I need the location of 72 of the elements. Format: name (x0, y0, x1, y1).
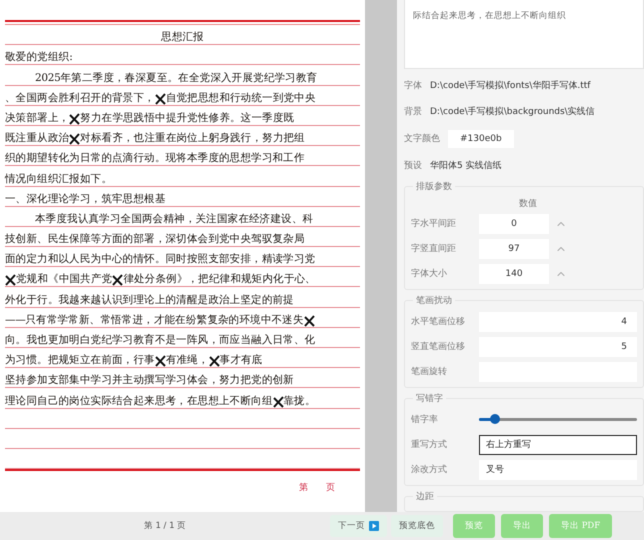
handwritten-line: 向。我也更加明白党纪学习教育不是一阵风，而应当融入日常、化 (5, 334, 316, 347)
number-field[interactable]: 4 (479, 312, 637, 332)
column-header: 数值 (519, 198, 537, 210)
field-label: 文字颜色 (404, 132, 440, 146)
setting-label: 水平笔画位移 (411, 316, 466, 328)
editor-text: 际结合起来思考，在思想上不断向组织 (413, 11, 566, 21)
handwritten-line: 事才有底 (220, 354, 262, 368)
handwritten-line: 靠拢。 (284, 394, 316, 408)
cross-mark-icon (304, 314, 315, 327)
page-title: 思想汇报 (161, 31, 204, 44)
number-field[interactable]: 5 (479, 336, 637, 357)
cross-mark-icon (69, 133, 80, 146)
handwritten-line: 外化于行。我越来越认识到理论上的清醒是政治上坚定的前提 (5, 294, 294, 307)
play-icon (369, 521, 379, 531)
handwritten-line: 一、深化理论学习，筑牢思想根基 (5, 192, 166, 206)
group-title: 笔画扰动 (413, 294, 455, 307)
handwritten-line: 对标看齐，也注重在岗位上躬身践行，努力把组 (80, 132, 305, 146)
handwritten-line: 技创新、民生保障等方面的部署，深切体会到党中央驾驭复杂局 (5, 233, 305, 246)
handwritten-line: 理论同自己的岗位实际结合起来思考，在思想上不断向组 (5, 394, 273, 408)
handwritten-line: 有准绳， (166, 354, 209, 368)
field-label: 预设 (404, 160, 422, 172)
handwritten-line: 党规和《中国共产党 (16, 273, 112, 286)
number-field[interactable]: 140 (479, 264, 549, 284)
setting-label: 字体大小 (411, 268, 448, 280)
handwritten-line: 情况向组织汇报如下。 (5, 172, 112, 186)
preview-background-button[interactable]: 预览底色 (391, 515, 443, 537)
handwritten-line: 织的期望转化为日常的点滴行动。现将本季度的思想学习和工作 (5, 152, 305, 166)
handwritten-line: 坚持参加支部集中学习并主动撰写学习体会，努力把党的创新 (5, 374, 294, 388)
cross-mark-icon (5, 274, 16, 286)
dropdown[interactable]: 右上方重写 (479, 434, 637, 455)
handwritten-line: ——只有常学常新、常悟常进，才能在纷繁复杂的环境中不迷失 (5, 314, 304, 327)
handwritten-line: 、全国两会胜利召开的背景下， (5, 92, 155, 105)
next-page-button[interactable]: 下一页 (330, 515, 387, 537)
handwritten-line: 决策部署上， (5, 112, 70, 125)
color-field[interactable]: #130e0b (448, 130, 514, 148)
cross-mark-icon (112, 274, 124, 286)
cross-mark-icon (154, 92, 166, 105)
cross-mark-icon (208, 355, 220, 368)
handwritten-line: 自觉把思想和行动统一到党中央 (166, 92, 316, 105)
dropdown[interactable]: 叉号 (479, 460, 637, 480)
number-field[interactable]: 97 (479, 238, 549, 259)
path-field[interactable]: 华阳体5 实线信纸 (430, 159, 502, 172)
handwritten-line: 既注重从政治 (5, 132, 70, 146)
cross-mark-icon (69, 112, 80, 125)
handwritten-line: 努力在学思践悟中提升党性修养。这一季度既 (80, 112, 294, 125)
setting-label: 字竖直间距 (411, 242, 457, 256)
setting-label: 字水平间距 (411, 218, 457, 230)
handwritten-line: 敬爱的党组织: (5, 51, 72, 64)
group-title: 边距 (413, 490, 437, 503)
path-field[interactable]: D:\code\手写模拟\backgrounds\实线信 (430, 105, 595, 118)
number-field[interactable]: 0 (479, 214, 549, 234)
setting-label: 笔画旋转 (411, 366, 448, 378)
page-number-label: 第 页 (299, 482, 335, 494)
field-label: 字体 (404, 80, 422, 92)
slider-thumb[interactable] (490, 414, 500, 424)
cross-mark-icon (154, 355, 166, 368)
path-field[interactable]: D:\code\手写模拟\fonts\华阳手写体.ttf (430, 78, 590, 92)
group-title: 排版参数 (413, 180, 455, 193)
cross-mark-icon (272, 396, 284, 408)
handwritten-line: 为习惯。把规矩立在前面，行事 (5, 354, 155, 368)
handwritten-line: 本季度我认真学习全国两会精神，关注国家在经济建设、科 (35, 212, 314, 226)
handwritten-line: 面的定力和以人民为中心的情怀。同时按照支部安排，精读学习党 (5, 253, 316, 266)
setting-label: 竖直笔画位移 (411, 340, 466, 354)
text-editor[interactable]: 际结合起来思考，在思想上不断向组织 (404, 0, 644, 69)
handwritten-line: 律处分条例》，把纪律和规矩内化于心、 (123, 273, 316, 286)
group-title: 写错字 (413, 392, 446, 405)
setting-label: 重写方式 (411, 438, 448, 452)
setting-label: 涂改方式 (411, 464, 448, 476)
page-indicator: 第 1 / 1 页 (142, 520, 188, 532)
field-label: 背景 (404, 106, 422, 118)
setting-label: 错字率 (411, 414, 439, 426)
handwritten-line: 2025年第二季度，春深夏至。在全党深入开展党纪学习教育 (35, 72, 318, 85)
